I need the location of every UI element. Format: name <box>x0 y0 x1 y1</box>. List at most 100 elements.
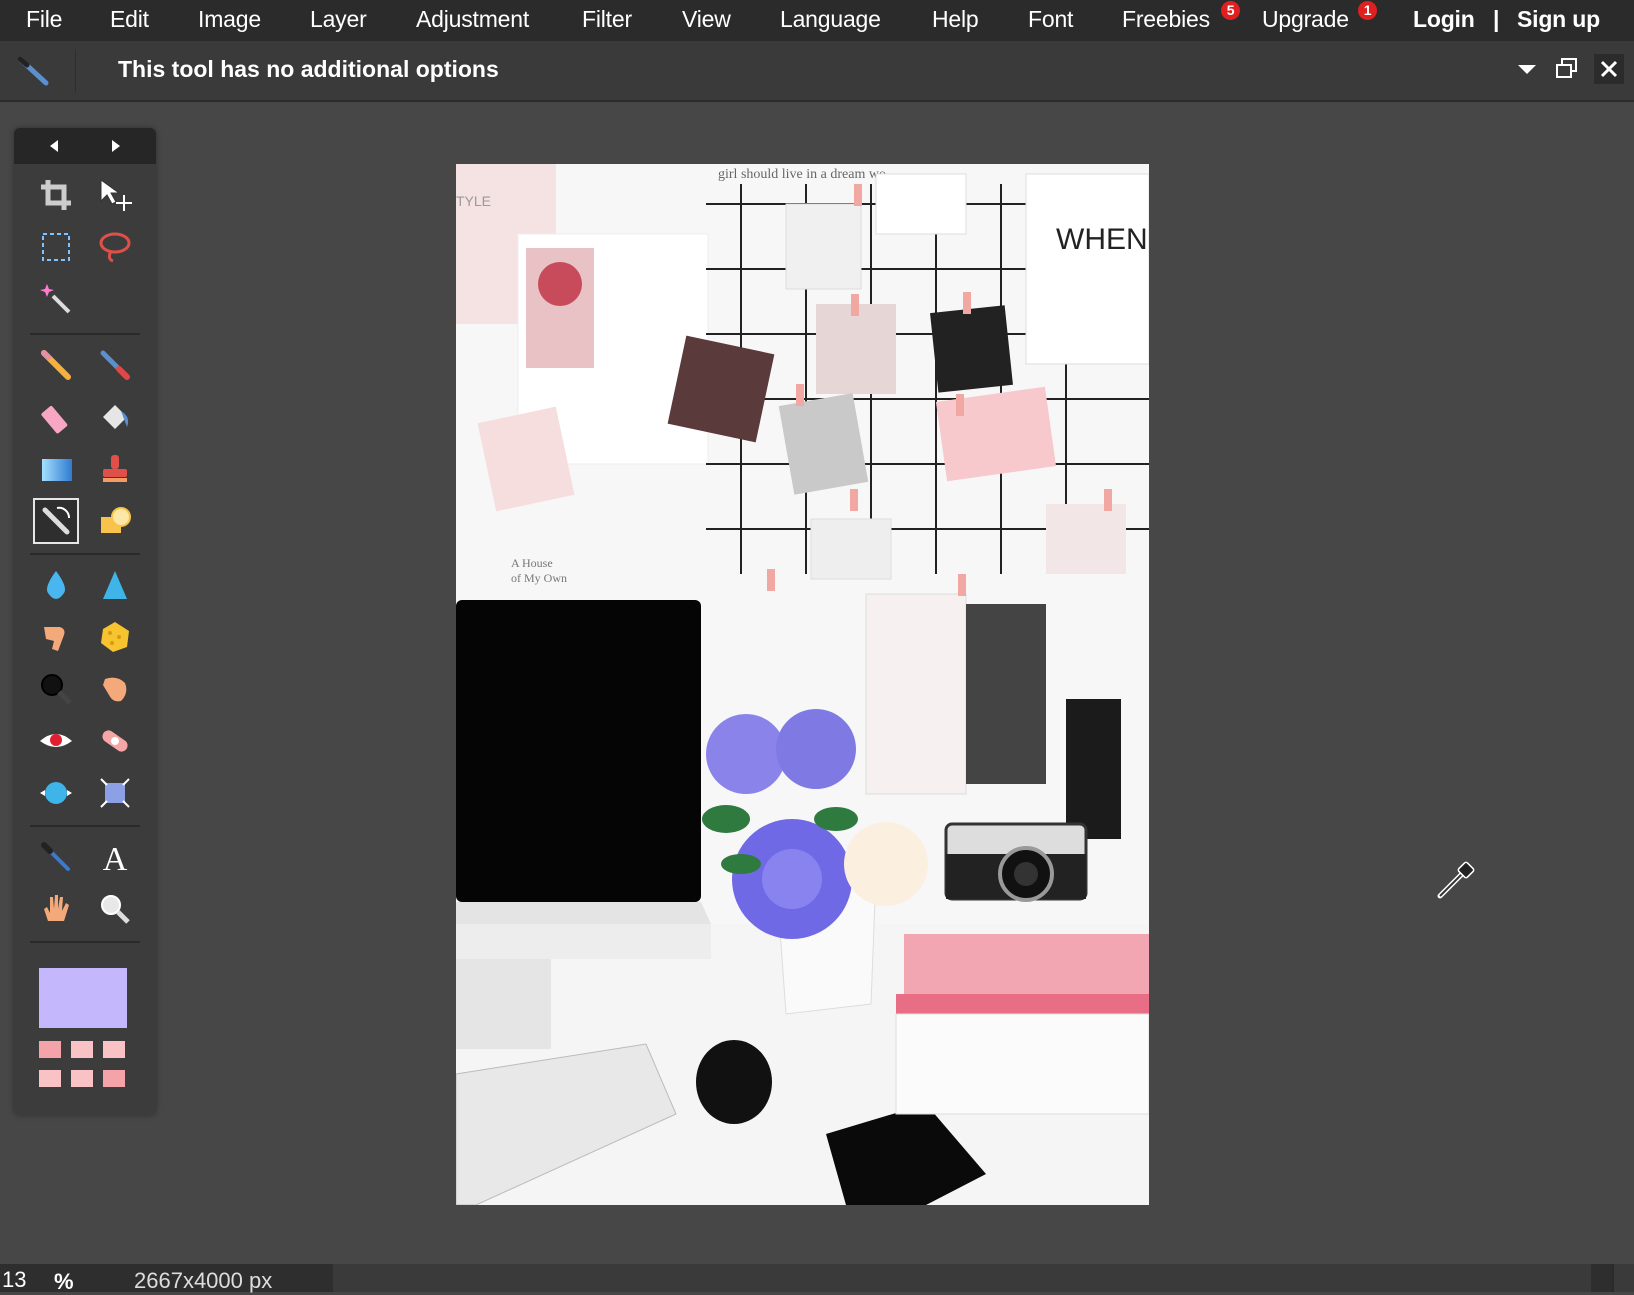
sponge-tool[interactable] <box>92 614 138 660</box>
menu-help[interactable]: Help <box>932 6 979 33</box>
lasso-icon <box>99 232 131 263</box>
eyedropper-cursor-icon <box>1437 861 1475 899</box>
options-message: This tool has no additional options <box>118 56 499 82</box>
magnifier-icon <box>101 895 130 924</box>
toolbox-header <box>14 128 156 164</box>
canvas-text-dream: girl should live in a dream wo <box>718 167 886 182</box>
palette-swatch[interactable] <box>39 1041 61 1058</box>
eraser-tool[interactable] <box>33 394 79 440</box>
auth-separator: | <box>1493 6 1500 32</box>
shapes-icon <box>101 507 131 533</box>
water-drop-icon <box>47 571 65 599</box>
collapse-chevron-down-icon[interactable] <box>1512 54 1542 84</box>
signup-link[interactable]: Sign up <box>1517 6 1600 33</box>
palette-swatch[interactable] <box>71 1070 93 1087</box>
type-a-icon: A <box>103 841 128 875</box>
toolbox-divider <box>30 553 140 555</box>
svg-text:A: A <box>103 841 128 875</box>
menu-edit[interactable]: Edit <box>110 6 149 33</box>
zoom-percent-symbol: % <box>54 1269 74 1294</box>
gradient-tool[interactable] <box>33 446 79 492</box>
burn-magnifier-icon <box>41 674 72 705</box>
cone-icon <box>103 571 127 599</box>
freebies-count-badge: 5 <box>1221 1 1240 20</box>
paint-bucket-icon <box>103 405 129 429</box>
menu-freebies-label: Freebies <box>1122 6 1210 32</box>
replace-color-tool[interactable] <box>33 498 79 544</box>
sharpen-tool[interactable] <box>92 562 138 608</box>
red-eye-tool[interactable] <box>33 718 79 764</box>
menu-file[interactable]: File <box>26 6 62 33</box>
bandage-icon <box>102 730 128 752</box>
gradient-icon <box>42 459 72 481</box>
toolbox-divider <box>30 333 140 335</box>
image-canvas[interactable]: TYLE A House of My Own girl should live … <box>456 164 1149 1205</box>
status-bar: 13 % 2667x4000 px <box>0 1264 1634 1294</box>
clone-stamp-tool[interactable] <box>92 446 138 492</box>
brush-tool[interactable] <box>92 342 138 388</box>
eye-icon <box>40 734 72 747</box>
magic-wand-icon <box>40 284 71 314</box>
pinch-icon <box>100 778 130 808</box>
canvas-text-house: A House <box>511 556 553 570</box>
menu-upgrade[interactable]: Upgrade 1 <box>1262 1 1377 33</box>
brush-icon <box>100 350 130 380</box>
eyedropper-icon <box>41 842 70 871</box>
pencil-tool[interactable] <box>33 342 79 388</box>
palette-swatch[interactable] <box>103 1070 125 1087</box>
finger-icon <box>44 627 65 651</box>
marquee-select-tool[interactable] <box>33 224 79 270</box>
replace-color-brush-icon <box>42 506 71 535</box>
photo-desk-scene: TYLE A House of My Own girl should live … <box>456 164 1149 1205</box>
magic-wand-tool[interactable] <box>33 276 79 322</box>
expand-right-arrow-icon[interactable] <box>112 140 120 152</box>
paint-bucket-tool[interactable] <box>92 394 138 440</box>
close-icon[interactable] <box>1594 54 1624 84</box>
palette-swatch[interactable] <box>103 1041 125 1058</box>
spot-heal-tool[interactable] <box>92 718 138 764</box>
pencil-icon <box>41 350 71 380</box>
login-link[interactable]: Login <box>1413 6 1475 33</box>
menu-layer[interactable]: Layer <box>310 6 367 33</box>
smudge-tool[interactable] <box>33 614 79 660</box>
image-dimensions: 2667x4000 px <box>134 1268 273 1293</box>
restore-window-icon[interactable] <box>1552 54 1582 84</box>
blur-tool[interactable] <box>33 562 79 608</box>
zoom-level-value[interactable]: 13 <box>2 1267 26 1293</box>
menu-filter[interactable]: Filter <box>582 6 632 33</box>
marquee-icon <box>42 233 70 261</box>
menu-font[interactable]: Font <box>1028 6 1073 33</box>
collapse-left-arrow-icon[interactable] <box>50 140 58 152</box>
pinch-tool[interactable] <box>92 770 138 816</box>
crop-icon <box>41 180 71 210</box>
bloat-icon <box>40 782 72 804</box>
zoom-tool[interactable] <box>92 886 138 932</box>
dodge-tool[interactable] <box>92 666 138 712</box>
upgrade-count-badge: 1 <box>1358 1 1377 20</box>
hand-tool[interactable] <box>33 886 79 932</box>
menu-view[interactable]: View <box>682 6 731 33</box>
draw-shape-tool[interactable] <box>92 498 138 544</box>
crop-tool[interactable] <box>33 172 79 218</box>
options-separator <box>75 49 76 93</box>
menu-image[interactable]: Image <box>198 6 261 33</box>
menu-upgrade-label: Upgrade <box>1262 6 1349 32</box>
burn-tool[interactable] <box>33 666 79 712</box>
menu-language[interactable]: Language <box>780 6 881 33</box>
move-tool[interactable] <box>92 172 138 218</box>
lasso-tool[interactable] <box>92 224 138 270</box>
toolbox-divider <box>30 825 140 827</box>
sponge-icon <box>101 622 129 652</box>
palette-swatch[interactable] <box>71 1041 93 1058</box>
bloat-tool[interactable] <box>33 770 79 816</box>
canvas-text-own: of My Own <box>511 571 567 585</box>
stamp-icon <box>103 455 127 482</box>
canvas-text-when: WHEN <box>1056 223 1148 256</box>
menu-adjustment[interactable]: Adjustment <box>416 6 529 33</box>
type-tool[interactable]: A <box>92 834 138 880</box>
toolbox-divider <box>30 941 140 943</box>
primary-color-swatch[interactable] <box>39 968 127 1028</box>
menu-freebies[interactable]: Freebies 5 <box>1122 1 1240 33</box>
color-picker-tool[interactable] <box>33 834 79 880</box>
palette-swatch[interactable] <box>39 1070 61 1087</box>
